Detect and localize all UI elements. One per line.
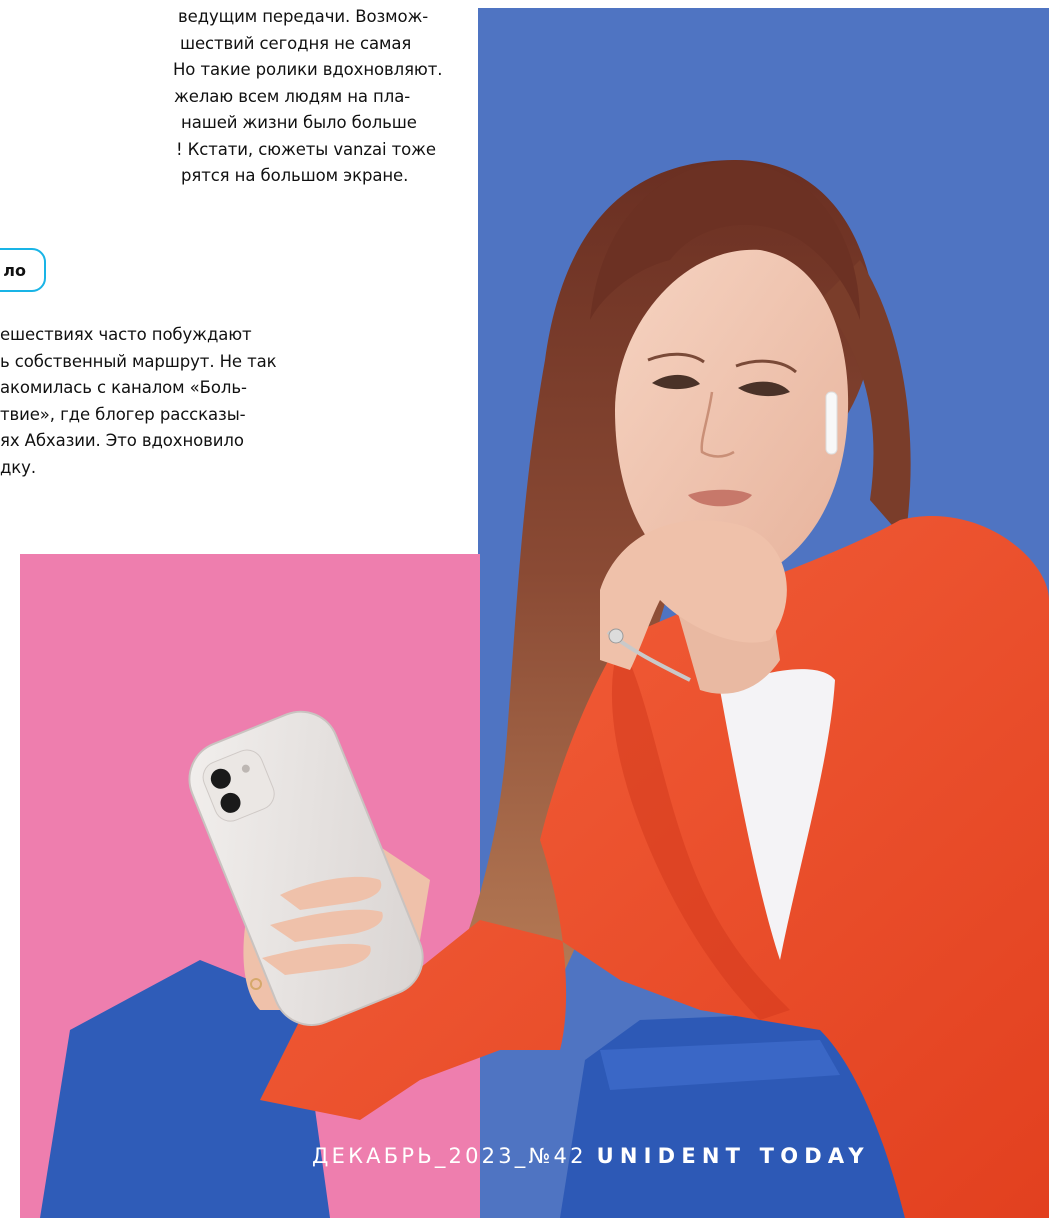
magazine-brand: UNIDENT TODAY	[596, 1144, 870, 1168]
issue-footer: ДЕКАБРЬ_2023_№42 UNIDENT TODAY	[312, 1142, 870, 1170]
earbud	[825, 391, 838, 455]
issue-number: ДЕКАБРЬ_2023_№42	[312, 1144, 587, 1168]
magazine-photo	[20, 8, 1049, 1218]
